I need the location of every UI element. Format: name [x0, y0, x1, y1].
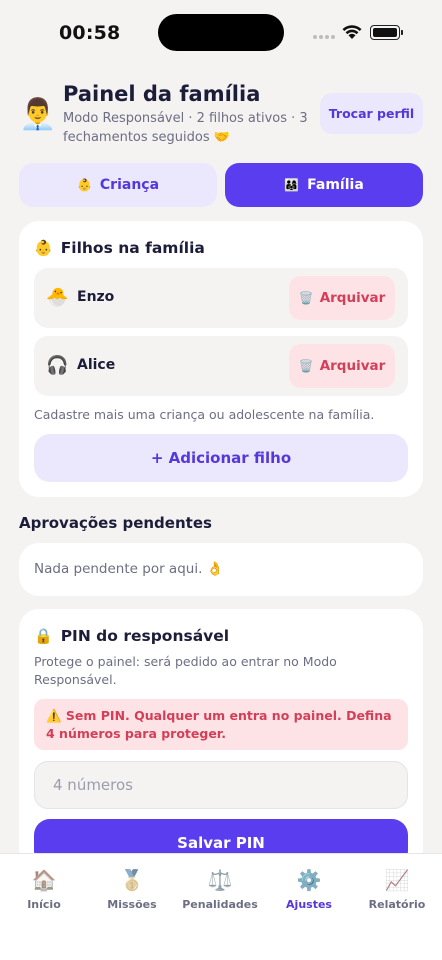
- no-pin-warning: ⚠️ Sem PIN. Qualquer um entra no painel.…: [34, 699, 408, 750]
- archive-child-button[interactable]: 🗑️ Arquivar: [289, 344, 395, 388]
- chart-icon: 📈: [384, 868, 410, 892]
- pending-approvals-title: Aprovações pendentes: [19, 514, 212, 532]
- page-subtitle: Modo Responsável · 2 filhos ativos · 3 f…: [63, 111, 308, 145]
- family-icon: 👨‍👩‍👧: [284, 178, 300, 192]
- tab-inicio[interactable]: 🏠 Início: [0, 866, 88, 911]
- trash-icon: 🗑️: [298, 291, 314, 305]
- trash-icon: 🗑️: [298, 359, 314, 373]
- battery-icon: [370, 25, 403, 40]
- tab-label: Ajustes: [286, 898, 332, 911]
- tab-relatorio[interactable]: 📈 Relatório: [353, 866, 441, 911]
- scales-icon: ⚖️: [207, 868, 233, 892]
- tab-ajustes[interactable]: ⚙️ Ajustes: [265, 866, 353, 911]
- dynamic-island: [158, 14, 284, 51]
- children-card-title: 👶 Filhos na família: [34, 239, 205, 257]
- child-row: 🎧 Alice 🗑️ Arquivar: [34, 336, 408, 396]
- add-child-hint: Cadastre mais uma criança ou adolescente…: [34, 407, 375, 422]
- add-child-button[interactable]: + Adicionar filho: [34, 434, 408, 482]
- bottom-tab-bar: 🏠 Início 🥇 Missões ⚖️ Penalidades ⚙️ Aju…: [0, 853, 442, 960]
- status-time: 00:58: [59, 22, 121, 44]
- pin-card-title: 🔒 PIN do responsável: [34, 627, 230, 645]
- tab-label: Relatório: [368, 898, 426, 911]
- mode-tab-label: Criança: [99, 177, 160, 193]
- pin-description: Protege o painel: será pedido ao entrar …: [34, 654, 337, 687]
- child-name: Alice: [77, 357, 116, 373]
- switch-profile-button[interactable]: Trocar perfil: [320, 93, 423, 134]
- gear-icon: ⚙️: [296, 868, 322, 892]
- tab-missoes[interactable]: 🥇 Missões: [88, 866, 176, 911]
- archive-child-button[interactable]: 🗑️ Arquivar: [289, 276, 395, 320]
- profile-avatar-icon: 👨‍💼: [19, 97, 57, 132]
- home-icon: 🏠: [31, 868, 57, 892]
- parent-pin-card: 🔒 PIN do responsável Protege o painel: s…: [19, 609, 423, 869]
- mode-tab-familia[interactable]: 👨‍👩‍👧 Família: [225, 163, 423, 207]
- pending-empty-text: Nada pendente por aqui. 👌: [34, 561, 224, 577]
- cellular-signal-icon: [313, 35, 335, 39]
- page-title: Painel da família: [63, 82, 261, 106]
- baby-icon: 👶: [34, 239, 53, 257]
- pending-approvals-card: Nada pendente por aqui. 👌: [19, 543, 423, 596]
- status-bar: 00:58: [0, 0, 442, 66]
- wifi-icon: [342, 25, 362, 39]
- tab-label: Início: [27, 898, 61, 911]
- baby-icon: 👶: [76, 178, 92, 192]
- child-name: Enzo: [77, 289, 115, 305]
- tab-label: Missões: [107, 898, 157, 911]
- lock-icon: 🔒: [34, 627, 53, 645]
- pin-input[interactable]: [34, 761, 408, 809]
- child-row: 🐣 Enzo 🗑️ Arquivar: [34, 268, 408, 328]
- tab-penalidades[interactable]: ⚖️ Penalidades: [176, 866, 264, 911]
- mode-tab-label: Família: [307, 177, 364, 193]
- headphones-icon: 🎧: [46, 355, 69, 376]
- chick-icon: 🐣: [46, 287, 69, 308]
- mode-tab-crianca[interactable]: 👶 Criança: [19, 163, 217, 207]
- children-card: 👶 Filhos na família 🐣 Enzo 🗑️ Arquivar 🎧…: [19, 221, 423, 497]
- tab-label: Penalidades: [182, 898, 258, 911]
- medal-icon: 🥇: [119, 868, 145, 892]
